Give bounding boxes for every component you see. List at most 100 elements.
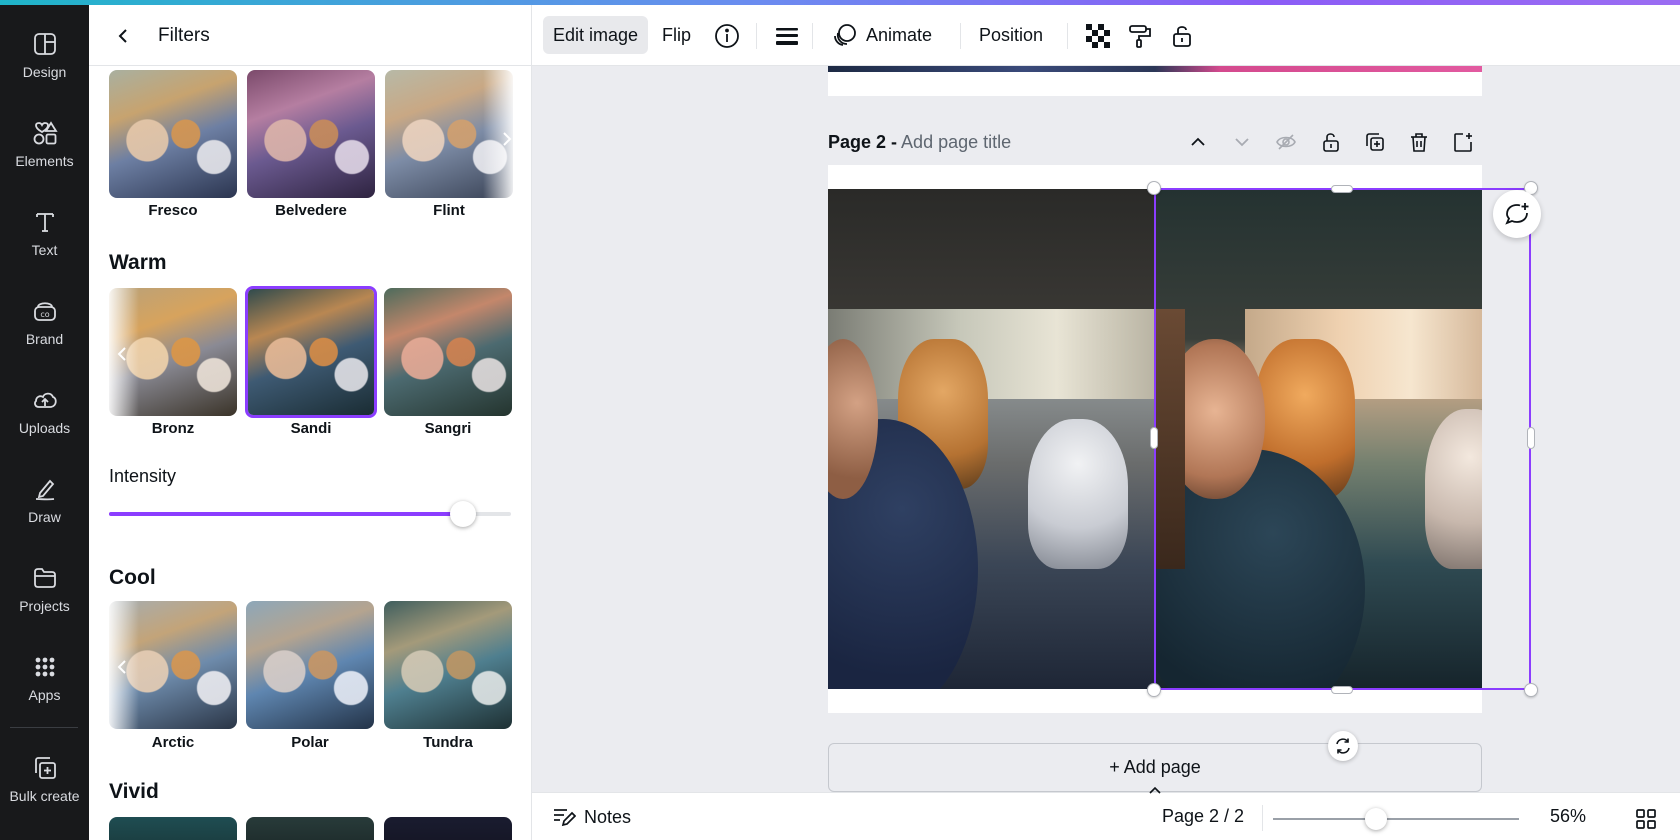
- chevron-left-icon: [117, 347, 126, 361]
- move-page-down-button[interactable]: [1228, 128, 1256, 156]
- toolbar-separator: [960, 23, 961, 49]
- edit-image-button[interactable]: Edit image: [543, 16, 649, 54]
- draw-icon: [35, 479, 54, 501]
- animate-button[interactable]: Animate: [822, 16, 942, 54]
- rail-item-uploads[interactable]: Uploads: [0, 372, 89, 450]
- flip-button[interactable]: Flip: [652, 16, 701, 54]
- top-accent-bar: [0, 0, 1680, 5]
- add-page-icon: [1454, 133, 1472, 152]
- resize-handle-right[interactable]: [1527, 427, 1535, 449]
- hide-page-button[interactable]: [1272, 128, 1300, 156]
- top-toolbar: Edit image Flip Animate Position: [532, 5, 1680, 66]
- filter-sandi[interactable]: [245, 286, 377, 418]
- rail-item-projects[interactable]: Projects: [0, 550, 89, 628]
- line-weight-button[interactable]: [772, 21, 802, 51]
- section-title-cool: Cool: [109, 566, 156, 589]
- apps-icon: [35, 657, 54, 677]
- filter-sangri[interactable]: [384, 288, 512, 416]
- scroll-left-button[interactable]: [111, 339, 133, 369]
- page-title-input[interactable]: Add page title: [901, 132, 1011, 152]
- lock-button[interactable]: [1167, 21, 1197, 51]
- photo-left[interactable]: [828, 189, 1155, 689]
- notes-icon: [554, 809, 576, 827]
- add-comment-button[interactable]: [1493, 190, 1541, 238]
- comment-add-icon: [1505, 203, 1529, 225]
- grid-icon: [1636, 809, 1656, 829]
- animate-label: Animate: [866, 24, 933, 45]
- section-title-vivid: Vivid: [109, 780, 159, 803]
- photo-right[interactable]: [1155, 189, 1482, 689]
- info-icon: [715, 24, 739, 48]
- filter-tundra[interactable]: [384, 601, 512, 729]
- resize-handle-top[interactable]: [1331, 185, 1353, 193]
- resize-handle-bottom-right[interactable]: [1524, 683, 1538, 697]
- resize-handle-bottom[interactable]: [1331, 686, 1353, 694]
- transparency-button[interactable]: [1083, 21, 1113, 51]
- elements-icon: [33, 121, 58, 145]
- filter-label: Bronz: [151, 420, 195, 437]
- filter-polar[interactable]: [246, 601, 374, 729]
- zoom-slider-handle[interactable]: [1365, 808, 1387, 830]
- scroll-right-button[interactable]: [496, 124, 518, 154]
- move-page-up-button[interactable]: [1184, 128, 1212, 156]
- rail-item-draw[interactable]: Draw: [0, 461, 89, 539]
- filter-label: Belvedere: [275, 202, 347, 219]
- resize-handle-bottom-left[interactable]: [1147, 683, 1161, 697]
- scroll-left-button[interactable]: [111, 652, 133, 682]
- dog-white: [1028, 419, 1128, 569]
- lock-page-button[interactable]: [1317, 128, 1345, 156]
- resize-handle-left[interactable]: [1150, 427, 1158, 449]
- page-indicator[interactable]: Page 2 / 2: [1162, 806, 1244, 827]
- add-page-after-button[interactable]: [1449, 128, 1477, 156]
- border-style-icon: [776, 28, 798, 45]
- zoom-slider[interactable]: [1273, 818, 1519, 820]
- expand-pages-button[interactable]: [1145, 783, 1165, 797]
- rotate-button[interactable]: [1328, 731, 1358, 761]
- rail-item-apps[interactable]: Apps: [0, 639, 89, 717]
- copy-style-button[interactable]: [1125, 21, 1155, 51]
- duplicate-icon: [1366, 133, 1384, 151]
- rail-label: Apps: [28, 687, 61, 703]
- rail-item-design[interactable]: Design: [0, 16, 89, 94]
- rotate-icon: [1336, 738, 1350, 754]
- rail-divider: [10, 727, 78, 728]
- chevron-left-icon: [118, 29, 127, 43]
- bulk-create-icon: [34, 757, 56, 779]
- filters-panel: Filters Fresco Belvedere Flint Warm Bron…: [89, 5, 532, 840]
- filter-label: Sangri: [424, 420, 472, 437]
- svg-text:co: co: [40, 310, 49, 319]
- back-button[interactable]: [111, 23, 137, 49]
- duplicate-page-button[interactable]: [1361, 128, 1389, 156]
- resize-handle-top-left[interactable]: [1147, 181, 1161, 195]
- intensity-slider-handle[interactable]: [450, 501, 476, 527]
- car-window: [828, 309, 1155, 399]
- info-button[interactable]: [712, 21, 742, 51]
- rail-label: Brand: [25, 331, 64, 347]
- rail-label: Elements: [15, 153, 74, 169]
- notes-button[interactable]: Notes: [552, 803, 631, 831]
- intensity-slider[interactable]: [109, 501, 511, 527]
- unlock-icon: [1173, 26, 1191, 47]
- delete-page-button[interactable]: [1405, 128, 1433, 156]
- filter-label: Sandi: [290, 420, 332, 437]
- filter-label: Flint: [433, 202, 465, 219]
- rail-item-brand[interactable]: co Brand: [0, 283, 89, 361]
- page-1-preview[interactable]: [828, 66, 1482, 96]
- rail-item-bulk-create[interactable]: Bulk create: [0, 740, 89, 818]
- filter-vivid-3[interactable]: [384, 817, 512, 840]
- rail-item-text[interactable]: Text: [0, 194, 89, 272]
- filter-belvedere[interactable]: [247, 70, 375, 198]
- section-title-warm: Warm: [109, 251, 167, 274]
- intensity-slider-fill: [109, 512, 463, 516]
- position-button[interactable]: Position: [969, 16, 1053, 54]
- projects-icon: [33, 568, 56, 588]
- rail-item-elements[interactable]: Elements: [0, 105, 89, 183]
- paint-roller-icon: [1129, 25, 1151, 48]
- panel-title: Filters: [158, 25, 210, 46]
- zoom-level[interactable]: 56%: [1550, 806, 1586, 827]
- filter-fresco[interactable]: [109, 70, 237, 198]
- filter-vivid-2[interactable]: [246, 817, 374, 840]
- grid-view-button[interactable]: [1632, 805, 1660, 833]
- intensity-label: Intensity: [109, 466, 177, 486]
- filter-vivid-1[interactable]: [109, 817, 237, 840]
